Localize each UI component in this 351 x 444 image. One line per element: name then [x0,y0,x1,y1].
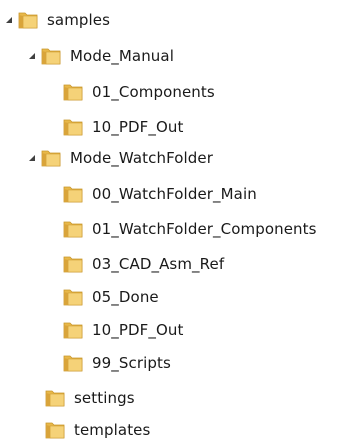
tree-node-10-pdf-out[interactable]: 10_PDF_Out [62,116,184,138]
tree-node-01-watchfolder-components[interactable]: 01_WatchFolder_Components [62,218,317,240]
tree-node-label: 05_Done [92,288,159,306]
folder-icon [62,116,86,138]
folder-icon [62,319,86,341]
tree-node-10-pdf-out[interactable]: 10_PDF_Out [62,319,184,341]
folder-icon [44,419,68,441]
tree-node-templates[interactable]: templates [44,419,150,441]
folder-icon [62,286,86,308]
tree-node-mode-watchfolder[interactable]: Mode_WatchFolder [26,147,213,169]
tree-node-label: 00_WatchFolder_Main [92,185,257,203]
tree-node-label: 10_PDF_Out [92,321,184,339]
tree-node-label: Mode_WatchFolder [70,149,214,167]
folder-icon [62,81,86,103]
tree-node-label: settings [74,389,135,407]
folder-icon [40,147,64,169]
folder-icon [40,45,64,67]
tree-node-label: 10_PDF_Out [92,118,184,136]
expanded-triangle-icon[interactable] [26,45,38,67]
expanded-triangle-icon[interactable] [3,9,15,31]
tree-node-05-done[interactable]: 05_Done [62,286,159,308]
tree-node-00-watchfolder-main[interactable]: 00_WatchFolder_Main [62,183,257,205]
tree-node-label: Mode_Manual [70,47,174,65]
tree-node-label: 99_Scripts [92,354,171,372]
folder-icon [62,352,86,374]
tree-node-settings[interactable]: settings [44,387,135,409]
folder-icon [62,253,86,275]
tree-node-mode-manual[interactable]: Mode_Manual [26,45,174,67]
folder-tree: samples Mode_Manual 01_Components 10_PDF… [0,0,351,444]
tree-node-03-cad-asm-ref[interactable]: 03_CAD_Asm_Ref [62,253,224,275]
tree-node-samples[interactable]: samples [3,9,110,31]
folder-icon [17,9,41,31]
tree-node-01-components[interactable]: 01_Components [62,81,215,103]
folder-icon [44,387,68,409]
tree-node-label: 03_CAD_Asm_Ref [92,255,225,273]
tree-node-label: templates [74,421,151,439]
folder-icon [62,183,86,205]
tree-node-99-scripts[interactable]: 99_Scripts [62,352,171,374]
expanded-triangle-icon[interactable] [26,147,38,169]
tree-node-label: 01_Components [92,83,215,101]
tree-node-label: 01_WatchFolder_Components [92,220,317,238]
tree-node-label: samples [47,11,111,29]
folder-icon [62,218,86,240]
